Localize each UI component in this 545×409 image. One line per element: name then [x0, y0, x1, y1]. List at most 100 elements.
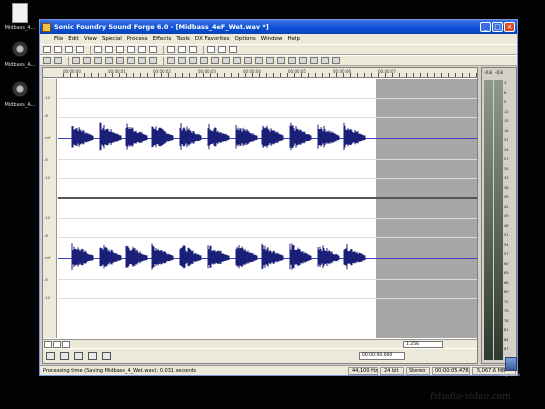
menu-help[interactable]: Help	[287, 36, 300, 42]
go-to-start-icon[interactable]	[116, 57, 124, 64]
meter-scale-label: 39	[504, 195, 509, 199]
zoom-in-icon[interactable]	[53, 340, 61, 348]
menu-window[interactable]: Window	[261, 36, 283, 42]
copy-icon[interactable]	[105, 46, 113, 53]
recycle-bin-label: Корзина	[500, 373, 520, 378]
maximize-button[interactable]: □	[492, 22, 503, 32]
save-icon[interactable]	[65, 46, 73, 53]
play-normal-icon[interactable]	[46, 352, 55, 360]
mix-icon[interactable]	[127, 46, 135, 53]
pause-icon[interactable]	[105, 57, 113, 64]
loop-icon[interactable]	[54, 57, 62, 64]
file-length: 00:00:05.478	[435, 368, 469, 374]
repeat-icon[interactable]	[189, 46, 197, 53]
menu-edit[interactable]: Edit	[68, 36, 79, 42]
menu-view[interactable]: View	[84, 36, 97, 42]
menu-special[interactable]: Special	[102, 36, 122, 42]
open-icon[interactable]	[54, 46, 62, 53]
scroll-left-icon[interactable]	[62, 340, 70, 348]
go-to-start-icon[interactable]	[88, 352, 97, 360]
menu-effects[interactable]: Effects	[153, 36, 172, 42]
pencil-tool-icon[interactable]	[229, 46, 237, 53]
meter-scale-label: 15	[504, 119, 509, 123]
process-dc-offset-icon[interactable]	[244, 57, 252, 64]
status-message: Processing time (Saving Midbass_4_Wet.wa…	[43, 368, 197, 374]
db-label: -6	[44, 233, 48, 238]
record-icon[interactable]	[43, 57, 51, 64]
meter-scale-label: 27	[504, 157, 509, 161]
recycle-bin-icon[interactable]	[505, 357, 517, 371]
zoom-out-icon[interactable]	[44, 340, 52, 348]
delete-icon[interactable]	[149, 46, 157, 53]
undo-icon[interactable]	[167, 46, 175, 53]
go-to-end-icon[interactable]	[149, 57, 157, 64]
horizontal-scrollbar[interactable]: 1:256	[43, 339, 477, 348]
play-icon[interactable]	[72, 57, 80, 64]
meter-scale-label: 84	[504, 337, 509, 342]
process-pan-icon[interactable]	[299, 57, 307, 64]
time-ruler[interactable]: 00:00:00 00:00:01 00:00:02 00:00:03 00:0…	[43, 68, 477, 78]
bit-depth: 24 bit	[384, 368, 399, 374]
process-mute-icon[interactable]	[255, 57, 263, 64]
save-as-icon[interactable]	[76, 46, 84, 53]
left-meter	[484, 80, 493, 360]
process-volume-icon[interactable]	[178, 57, 186, 64]
process-eq-icon[interactable]	[211, 57, 219, 64]
play-meters: -0.8 -0.8 3 6 9 12 15 18 21 24 27 30 33 36 39 42 45 48 5…	[481, 67, 517, 364]
process-bits-icon[interactable]	[310, 57, 318, 64]
process-pitch-icon[interactable]	[277, 57, 285, 64]
trim-icon[interactable]	[138, 46, 146, 53]
magnify-tool-icon[interactable]	[218, 46, 226, 53]
process-resample-icon[interactable]	[266, 57, 274, 64]
document-icon	[12, 3, 28, 23]
desktop-icon-file[interactable]: Midbass_A...	[0, 40, 40, 68]
edit-tool-icon[interactable]	[207, 46, 215, 53]
zoom-ratio-field[interactable]: 1:256	[403, 341, 443, 348]
meter-scale-label: 51	[504, 233, 509, 237]
close-button[interactable]: ×	[504, 22, 515, 32]
transport-process-toolbar	[40, 55, 517, 66]
go-to-end-icon[interactable]	[102, 352, 111, 360]
play-all-icon[interactable]	[83, 57, 91, 64]
desktop-icon-label: Midbass_A...	[4, 62, 36, 68]
meter-scale-label: 45	[504, 214, 509, 218]
new-icon[interactable]	[43, 46, 51, 53]
process-stretch-icon[interactable]	[288, 57, 296, 64]
meter-scale-label: 72	[504, 299, 509, 304]
menu-file[interactable]: File	[54, 36, 63, 42]
menu-process[interactable]: Process	[127, 36, 148, 42]
menu-tools[interactable]: Tools	[176, 36, 190, 42]
menu-options[interactable]: Options	[235, 36, 256, 42]
rewind-icon[interactable]	[127, 57, 135, 64]
db-label: -12	[44, 175, 51, 180]
stop-icon[interactable]	[94, 57, 102, 64]
process-fade-in-icon[interactable]	[189, 57, 197, 64]
play-looped-icon[interactable]	[60, 352, 69, 360]
process-reverse-icon[interactable]	[222, 57, 230, 64]
meter-scale-label: 42	[504, 204, 509, 209]
position-field[interactable]: 00:00:00.000	[359, 352, 405, 360]
process-normalize-icon[interactable]	[167, 57, 175, 64]
redo-icon[interactable]	[178, 46, 186, 53]
paste-icon[interactable]	[116, 46, 124, 53]
process-fade-out-icon[interactable]	[200, 57, 208, 64]
toolbar-separator	[163, 45, 164, 54]
minimize-button[interactable]: _	[480, 22, 491, 32]
meter-scale-label: 78	[504, 318, 509, 323]
desktop-icon-file[interactable]: Midbass_4...	[0, 3, 40, 31]
cut-icon[interactable]	[94, 46, 102, 53]
left-peak-label: -0.8	[484, 70, 492, 75]
process-insert-silence-icon[interactable]	[332, 57, 340, 64]
process-invert-icon[interactable]	[233, 57, 241, 64]
meter-scale-label: 30	[504, 166, 509, 171]
desktop-icon-file[interactable]: Midbass_A...	[0, 80, 40, 108]
meter-scale-label: 75	[504, 309, 509, 313]
title-bar[interactable]: Sonic Foundry Sound Forge 6.0 - [Midbass…	[40, 20, 517, 34]
forward-icon[interactable]	[138, 57, 146, 64]
menu-dx-favorites[interactable]: DX Favorites	[195, 36, 230, 42]
process-channels-icon[interactable]	[321, 57, 329, 64]
stop-icon[interactable]	[74, 352, 83, 360]
db-label: -12	[44, 295, 51, 300]
waveform-area[interactable]	[58, 79, 477, 338]
db-label: -6	[44, 157, 48, 162]
